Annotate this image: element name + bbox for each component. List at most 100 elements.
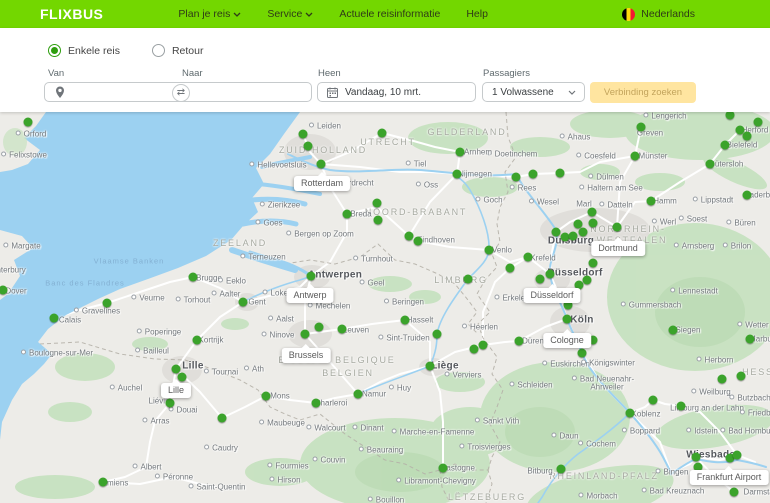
bus-stop-marker[interactable] (372, 198, 382, 208)
bus-stop-marker[interactable] (337, 324, 347, 334)
nav-actuele-reisinformatie[interactable]: Actuele reisinformatie (339, 8, 440, 20)
stop-tooltip[interactable]: Antwerp (286, 284, 334, 303)
bus-stop-marker[interactable] (342, 209, 352, 219)
bus-stop-marker[interactable] (400, 315, 410, 325)
stop-tooltip[interactable]: Lille (160, 379, 192, 398)
bus-stop-marker[interactable] (523, 252, 533, 262)
bus-stop-marker[interactable] (469, 344, 479, 354)
bus-stop-marker[interactable] (514, 336, 524, 346)
bus-stop-marker[interactable] (298, 129, 308, 139)
stop-tooltip[interactable]: Frankfurt Airport (689, 466, 769, 485)
bus-stop-marker[interactable] (556, 464, 566, 474)
bus-stop-marker[interactable] (425, 361, 435, 371)
bus-stop-marker[interactable] (217, 413, 227, 423)
bus-stop-marker[interactable] (736, 371, 746, 381)
bus-stop-marker[interactable] (373, 215, 383, 225)
bus-stop-marker[interactable] (676, 401, 686, 411)
bus-stop-marker[interactable] (238, 297, 248, 307)
from-to-field[interactable]: ⇄ (44, 82, 312, 102)
bus-stop-marker[interactable] (463, 274, 473, 284)
bus-stop-marker[interactable] (404, 231, 414, 241)
bus-stop-marker[interactable] (745, 334, 755, 344)
bus-stop-marker[interactable] (413, 236, 423, 246)
bus-stop-marker[interactable] (630, 151, 640, 161)
nav-plan-je-reis[interactable]: Plan je reis (178, 8, 241, 20)
bus-stop-marker[interactable] (314, 322, 324, 332)
date-field[interactable]: Vandaag, 10 mrt. (317, 82, 476, 102)
bus-stop-marker[interactable] (377, 128, 387, 138)
bus-stop-marker[interactable] (732, 450, 742, 460)
map-city-label: Tournai (204, 368, 238, 377)
search-connection-button[interactable]: Verbinding zoeken (590, 82, 696, 103)
language-selector[interactable]: Nederlands (622, 7, 695, 21)
bus-stop-marker[interactable] (303, 141, 313, 151)
bus-stop-marker[interactable] (578, 227, 588, 237)
bus-stop-marker[interactable] (528, 169, 538, 179)
bus-stop-marker[interactable] (720, 140, 730, 150)
bus-stop-marker[interactable] (484, 245, 494, 255)
bus-stop-marker[interactable] (98, 477, 108, 487)
nav-help[interactable]: Help (466, 8, 488, 20)
stop-tooltip[interactable]: Rotterdam (293, 172, 351, 191)
bus-stop-marker[interactable] (438, 463, 448, 473)
bus-stop-marker[interactable] (588, 218, 598, 228)
flixbus-logo[interactable]: FLIXBUS (40, 6, 103, 22)
bus-stop-marker[interactable] (188, 272, 198, 282)
passengers-value: 1 Volwassene (492, 86, 554, 98)
stop-tooltip[interactable]: Düsseldorf (523, 284, 581, 303)
stop-tooltip[interactable]: Cologne (543, 329, 591, 348)
nav-service[interactable]: Service (267, 8, 313, 20)
bus-stop-marker[interactable] (353, 389, 363, 399)
bus-stop-marker[interactable] (668, 325, 678, 335)
bus-stop-marker[interactable] (49, 313, 59, 323)
bus-stop-marker[interactable] (311, 398, 321, 408)
bus-stop-marker[interactable] (555, 168, 565, 178)
bus-stop-marker[interactable] (261, 391, 271, 401)
bus-stop-marker[interactable] (300, 329, 310, 339)
bus-stop-marker[interactable] (316, 159, 326, 169)
bus-stop-marker[interactable] (192, 335, 202, 345)
bus-stop-marker[interactable] (612, 222, 622, 232)
bus-stop-marker[interactable] (587, 207, 597, 217)
bus-stop-marker[interactable] (577, 348, 587, 358)
bus-stop-marker[interactable] (306, 271, 316, 281)
bus-stop-marker[interactable] (582, 275, 592, 285)
stop-tooltip[interactable]: Brussels (281, 344, 331, 363)
bus-stop-marker[interactable] (625, 408, 635, 418)
bus-stop-marker[interactable] (705, 159, 715, 169)
passengers-select[interactable]: 1 Volwassene (482, 82, 585, 102)
map-canvas[interactable]: ZUID-HOLLAND UTRECHT GELDERLAND NOORD-BRABA… (0, 112, 770, 503)
radio-retour[interactable]: Retour (151, 44, 203, 57)
stop-tooltip[interactable]: Dortmund (591, 237, 645, 256)
bus-stop-marker[interactable] (535, 274, 545, 284)
bus-stop-marker[interactable] (636, 122, 646, 132)
bus-stop-marker[interactable] (648, 395, 658, 405)
bus-stop-marker[interactable] (742, 190, 752, 200)
bus-stop-marker[interactable] (646, 196, 656, 206)
bus-stop-marker[interactable] (551, 227, 561, 237)
bus-stop-marker[interactable] (455, 147, 465, 157)
map-city-label: Breda (350, 209, 372, 219)
swap-locations-button[interactable]: ⇄ (172, 84, 190, 102)
bus-stop-marker[interactable] (717, 374, 727, 384)
bus-stop-marker[interactable] (753, 117, 763, 127)
bus-stop-marker[interactable] (691, 452, 701, 462)
bus-stop-marker[interactable] (729, 487, 739, 497)
bus-stop-marker[interactable] (165, 398, 175, 408)
radio-enkele-reis[interactable]: Enkele reis (48, 44, 120, 57)
map-city-label: Münster (638, 151, 668, 161)
map-city-label: Doetinchem (487, 150, 538, 159)
bus-stop-marker[interactable] (452, 169, 462, 179)
bus-stop-marker[interactable] (102, 298, 112, 308)
bus-stop-marker[interactable] (568, 231, 578, 241)
bus-stop-marker[interactable] (511, 172, 521, 182)
bus-stop-marker[interactable] (432, 329, 442, 339)
bus-stop-marker[interactable] (505, 263, 515, 273)
bus-stop-marker[interactable] (545, 269, 555, 279)
bus-stop-marker[interactable] (725, 112, 735, 120)
bus-stop-marker[interactable] (478, 340, 488, 350)
bus-stop-marker[interactable] (588, 258, 598, 268)
bus-stop-marker[interactable] (562, 314, 572, 324)
bus-stop-marker[interactable] (23, 117, 33, 127)
bus-stop-marker[interactable] (742, 131, 752, 141)
